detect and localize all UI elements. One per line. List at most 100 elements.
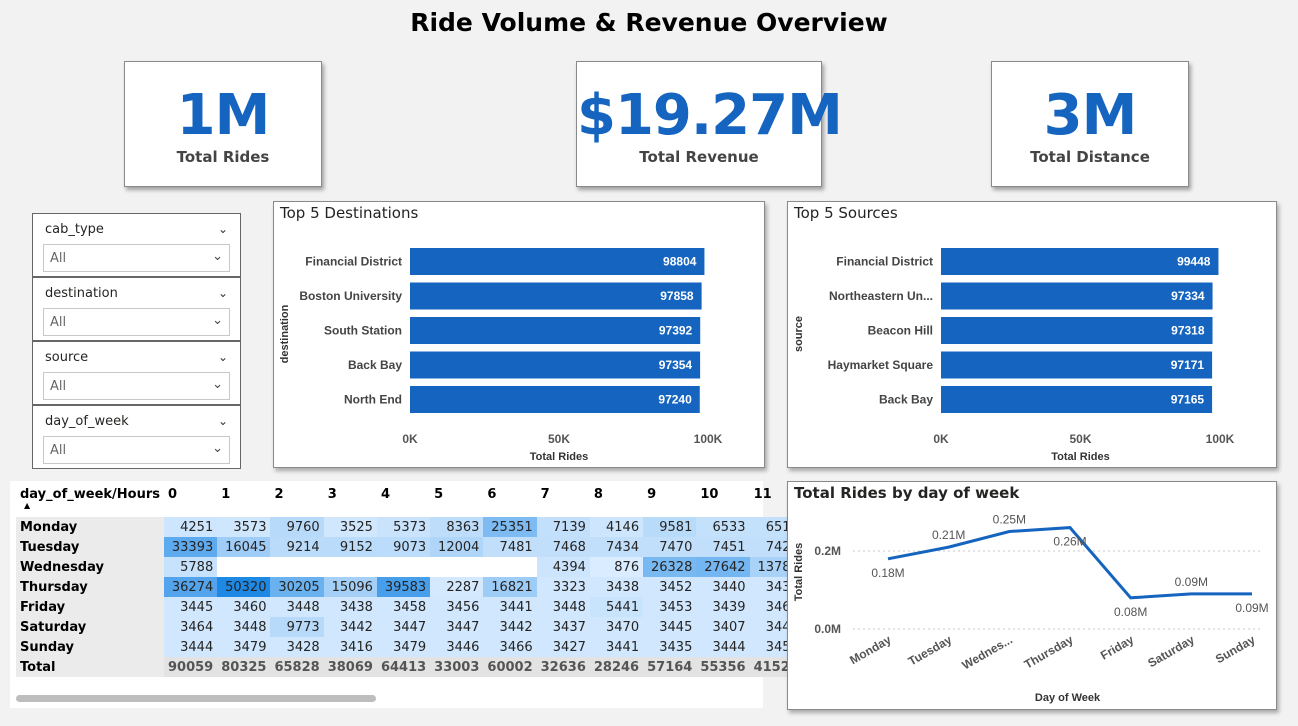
top-destinations-chart: Financial District 98804 Boston University…	[279, 248, 723, 463]
matrix-cell: 16045	[217, 537, 271, 557]
bar-category-label: North End	[344, 393, 402, 407]
chevron-down-icon[interactable]: ⌄	[212, 249, 223, 264]
matrix-row[interactable]: Monday 4251 3573 9760 3525 5373 8363 25351 7139 4…	[16, 517, 803, 537]
matrix-corner-header[interactable]: day_of_week/Hours ▲	[16, 487, 164, 517]
rides-by-day-panel[interactable]: Total Rides by day of week 0.0M 0.2M 0.18M…	[787, 481, 1277, 710]
bar-category-label: Boston University	[299, 289, 402, 303]
matrix-total-cell: 90059	[164, 657, 218, 677]
slicer-source[interactable]: source ⌄ All ⌄	[32, 341, 241, 405]
chevron-down-icon[interactable]: ⌄	[212, 441, 223, 456]
matrix-cell: 12004	[430, 537, 484, 557]
matrix-cell: 3452	[643, 577, 697, 597]
matrix-cell: 3479	[376, 637, 431, 657]
matrix-cell: 3441	[589, 637, 644, 657]
matrix-row[interactable]: Tuesday 33393 16045 9214 9152 9073 12004 7481 74…	[16, 537, 803, 557]
matrix-column-header[interactable]: 2	[270, 487, 323, 517]
matrix-row[interactable]: Saturday 3464 3448 9773 3442 3447 3447 3442 3437…	[16, 617, 803, 637]
matrix-total-cell: 64413	[376, 657, 431, 677]
matrix-cell: 9760	[270, 517, 324, 537]
matrix-column-header[interactable]: 5	[430, 487, 483, 517]
matrix-cell: 3479	[217, 637, 271, 657]
matrix-cell: 36274	[164, 577, 218, 597]
slicer-title: source	[45, 350, 89, 365]
sort-ascending-icon[interactable]: ▲	[24, 502, 160, 510]
matrix-cell: 3442	[323, 617, 377, 637]
x-tick-label: Wednes...	[960, 632, 1015, 672]
chevron-down-icon[interactable]: ⌄	[212, 313, 223, 328]
horizontal-scrollbar[interactable]	[16, 695, 376, 702]
matrix-row[interactable]: Wednesday 5788 4394 876 26328 27642 13788	[16, 557, 803, 577]
bar	[410, 282, 702, 310]
matrix-cell	[270, 557, 324, 577]
matrix-total-label: Total	[16, 657, 164, 677]
matrix-total-cell: 80325	[217, 657, 271, 677]
top-sources-panel[interactable]: Top 5 Sources Financial District 99448 Nor…	[787, 201, 1277, 468]
matrix-cell: 3445	[643, 617, 697, 637]
matrix-cell: 3453	[643, 597, 697, 617]
matrix-cell: 9581	[643, 517, 697, 537]
matrix-row[interactable]: Friday 3445 3460 3448 3438 3458 3456 3441 3448 54…	[16, 597, 803, 617]
kpi-label: Total Distance	[1030, 148, 1150, 166]
matrix-cell: 27642	[696, 557, 750, 577]
chevron-down-icon[interactable]: ⌄	[218, 286, 228, 300]
bar-data-label: 97318	[1171, 324, 1205, 338]
matrix-row[interactable]: Thursday 36274 50320 30205 15096 39583 2287 168…	[16, 577, 803, 597]
slicer-dropdown[interactable]: All ⌄	[43, 372, 230, 400]
matrix-cell: 2287	[430, 577, 484, 597]
matrix-column-header[interactable]: 10	[696, 487, 749, 517]
data-label: 0.25M	[993, 513, 1026, 527]
top-destinations-panel[interactable]: Top 5 Destinations Financial District 988…	[273, 201, 765, 468]
slicer-dropdown[interactable]: All ⌄	[43, 436, 230, 464]
matrix-column-header[interactable]: 6	[483, 487, 536, 517]
chevron-down-icon[interactable]: ⌄	[218, 414, 228, 428]
matrix-column-header[interactable]: 7	[537, 487, 590, 517]
matrix-corner-label: day_of_week/Hours	[20, 487, 160, 502]
matrix-cell: 3442	[483, 617, 537, 637]
matrix-total-cell: 32636	[536, 657, 590, 677]
chevron-down-icon[interactable]: ⌄	[218, 222, 228, 236]
slicer-dropdown[interactable]: All ⌄	[43, 244, 230, 272]
slicer-value: All	[50, 315, 67, 330]
bar-data-label: 98804	[663, 255, 697, 269]
bar-category-label: Beacon Hill	[868, 324, 933, 338]
kpi-value: 3M	[1043, 83, 1138, 148]
bar	[410, 351, 701, 379]
matrix-column-header[interactable]: 9	[643, 487, 696, 517]
slicer-day-of-week[interactable]: day_of_week ⌄ All ⌄	[32, 405, 241, 469]
rides-by-day-hour-matrix[interactable]: day_of_week/Hours ▲ 0 1 2 3 4 5 6 7 8 9 10 11 Monday 42…	[10, 481, 803, 708]
matrix-column-header[interactable]: 1	[217, 487, 270, 517]
kpi-card-total-revenue[interactable]: $19.27M Total Revenue	[576, 61, 843, 187]
chevron-down-icon[interactable]: ⌄	[212, 377, 223, 392]
matrix-cell: 33393	[164, 537, 218, 557]
matrix-cell: 3428	[270, 637, 324, 657]
bar	[410, 317, 701, 344]
matrix-cell: 7434	[589, 537, 644, 557]
matrix-cell: 3573	[217, 517, 271, 537]
matrix-cell: 8363	[430, 517, 484, 537]
bar-category-label: Haymarket Square	[828, 358, 934, 372]
matrix-cell: 15096	[323, 577, 377, 597]
x-tick-label: Sunday	[1213, 632, 1258, 666]
kpi-card-total-distance[interactable]: 3M Total Distance	[991, 61, 1189, 187]
slicer-title: destination	[45, 286, 118, 301]
matrix-cell: 4251	[164, 517, 218, 537]
slicer-destination[interactable]: destination ⌄ All ⌄	[32, 277, 241, 341]
matrix-column-header[interactable]: 3	[324, 487, 377, 517]
matrix-cell: 50320	[217, 577, 271, 597]
kpi-card-total-rides[interactable]: 1M Total Rides	[124, 61, 322, 187]
matrix-header-row: day_of_week/Hours ▲ 0 1 2 3 4 5 6 7 8 9 10 11	[16, 487, 803, 517]
data-label: 0.26M	[1053, 535, 1086, 549]
matrix-cell: 3448	[536, 597, 590, 617]
chevron-down-icon[interactable]: ⌄	[218, 350, 228, 364]
matrix-column-header[interactable]: 0	[164, 487, 217, 517]
matrix-row[interactable]: Sunday 3444 3479 3428 3416 3479 3446 3466 3427 34…	[16, 637, 803, 657]
matrix-column-header[interactable]: 8	[590, 487, 643, 517]
matrix-cell: 5373	[376, 517, 431, 537]
bar-category-label: South Station	[324, 324, 402, 338]
matrix-cell: 3438	[589, 577, 644, 597]
matrix-column-header[interactable]: 4	[377, 487, 430, 517]
matrix-cell: 3460	[217, 597, 271, 617]
slicer-cab-type[interactable]: cab_type ⌄ All ⌄	[32, 213, 241, 277]
x-tick-label: 0K	[933, 432, 949, 446]
slicer-dropdown[interactable]: All ⌄	[43, 308, 230, 336]
